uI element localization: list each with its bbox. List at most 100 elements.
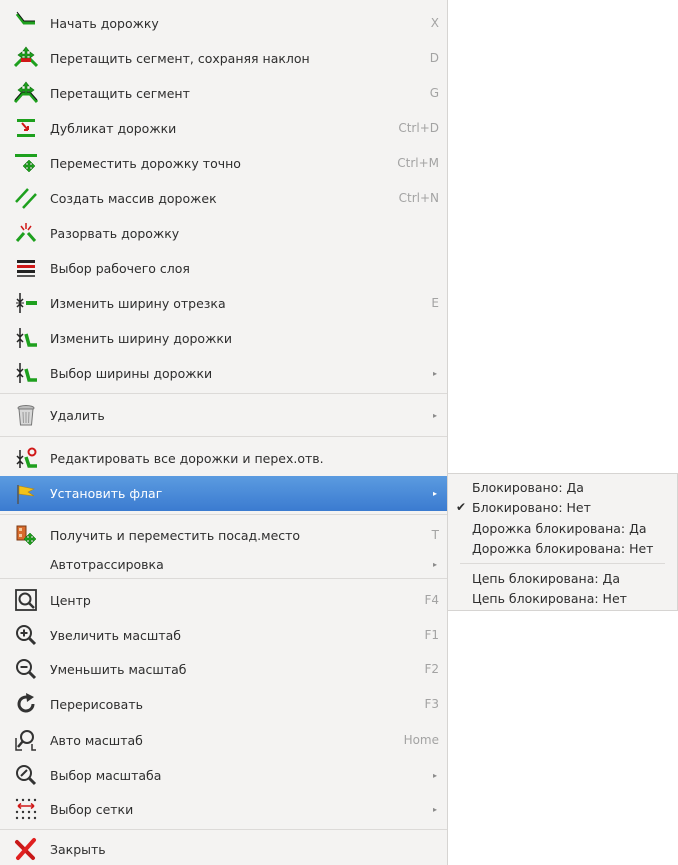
menu-item-zoom-select[interactable]: Выбор масштаба ▸	[0, 758, 447, 792]
submenu-item-track-locked-no[interactable]: Дорожка блокирована: Нет	[448, 538, 677, 558]
menu-item-label: Выбор масштаба	[50, 767, 162, 783]
menu-item-center[interactable]: Центр F4	[0, 582, 447, 618]
menu-item-break-track[interactable]: Разорвать дорожку	[0, 216, 447, 250]
menu-item-label: Авто масштаб	[50, 732, 143, 748]
menu-item-shortcut: E	[431, 296, 439, 310]
drag-segment-keep-slope-icon	[14, 46, 38, 70]
menu-item-label: Выбор ширины дорожки	[50, 365, 213, 381]
menu-separator	[0, 436, 447, 437]
menu-item-grid-select[interactable]: Выбор сетки ▸	[0, 792, 447, 826]
menu-item-label: Увеличить масштаб	[50, 627, 181, 643]
track-array-icon	[14, 186, 38, 210]
drag-segment-icon	[14, 81, 38, 105]
submenu-item-net-locked-no[interactable]: Цепь блокирована: Нет	[448, 588, 677, 608]
menu-item-get-move-footprint[interactable]: Получить и переместить посад.место T	[0, 518, 447, 552]
context-menu: Начать дорожку X Перетащить сегмент, сох…	[0, 0, 448, 865]
menu-item-shortcut: X	[430, 16, 439, 30]
submenu-arrow-icon: ▸	[432, 489, 437, 498]
menu-item-zoom-in[interactable]: Увеличить масштаб F1	[0, 618, 447, 652]
menu-item-track-width[interactable]: Изменить ширину дорожки	[0, 321, 447, 355]
menu-item-delete[interactable]: Удалить ▸	[0, 397, 447, 433]
menu-item-shortcut: Home	[403, 733, 439, 747]
menu-item-edit-tracks-vias[interactable]: Редактировать все дорожки и перех.отв.	[0, 440, 447, 476]
checkmark-icon: ✔	[456, 500, 467, 514]
layers-icon	[14, 256, 38, 280]
menu-item-shortcut: F1	[424, 628, 439, 642]
menu-item-move-exact[interactable]: Переместить дорожку точно Ctrl+M	[0, 146, 447, 180]
menu-item-drag-segment-keep-slope[interactable]: Перетащить сегмент, сохраняя наклон D	[0, 41, 447, 75]
menu-item-shortcut: F2	[424, 662, 439, 676]
menu-separator	[0, 514, 447, 515]
menu-item-label: Выбор сетки	[50, 801, 134, 817]
menu-item-shortcut: F4	[424, 593, 439, 607]
menu-item-autorouting[interactable]: Автотрассировка ▸	[0, 552, 447, 576]
menu-item-track-array[interactable]: Создать массив дорожек Ctrl+N	[0, 181, 447, 215]
submenu-item-label: Блокировано: Нет	[472, 499, 591, 515]
menu-item-set-flag[interactable]: Установить флаг ▸	[0, 476, 447, 511]
duplicate-track-icon	[14, 116, 38, 140]
menu-item-label: Создать массив дорожек	[50, 190, 217, 206]
menu-item-label: Центр	[50, 592, 91, 608]
menu-item-label: Дубликат дорожки	[50, 120, 177, 136]
submenu-item-track-locked-yes[interactable]: Дорожка блокирована: Да	[448, 518, 677, 538]
menu-item-select-layer[interactable]: Выбор рабочего слоя	[0, 251, 447, 285]
menu-item-label: Получить и переместить посад.место	[50, 527, 301, 543]
segment-width-icon	[14, 291, 38, 315]
menu-item-label: Изменить ширину дорожки	[50, 330, 233, 346]
menu-item-shortcut: F3	[424, 697, 439, 711]
menu-item-label: Перетащить сегмент	[50, 85, 190, 101]
submenu-item-label: Цепь блокирована: Да	[472, 570, 620, 586]
menu-item-label: Удалить	[50, 407, 105, 423]
menu-item-zoom-auto[interactable]: Авто масштаб Home	[0, 722, 447, 758]
menu-item-label: Выбор рабочего слоя	[50, 260, 190, 276]
menu-item-label: Установить флаг	[50, 486, 163, 501]
submenu-item-label: Блокировано: Да	[472, 479, 584, 495]
redraw-icon	[14, 692, 38, 716]
submenu-arrow-icon: ▸	[432, 804, 437, 814]
menu-item-close[interactable]: Закрыть	[0, 833, 447, 865]
menu-item-shortcut: Ctrl+D	[398, 121, 439, 135]
menu-item-drag-segment[interactable]: Перетащить сегмент G	[0, 76, 447, 110]
submenu-item-net-locked-yes[interactable]: Цепь блокирована: Да	[448, 568, 677, 588]
track-width-icon	[14, 326, 38, 350]
select-track-width-icon	[14, 361, 38, 385]
menu-item-shortcut: T	[431, 528, 439, 542]
grid-icon	[14, 797, 38, 821]
submenu-arrow-icon: ▸	[432, 770, 437, 780]
menu-item-shortcut: Ctrl+M	[397, 156, 439, 170]
edit-tracks-vias-icon	[14, 446, 38, 470]
menu-separator	[0, 578, 447, 579]
submenu-separator	[460, 563, 665, 564]
menu-item-shortcut: G	[429, 86, 439, 100]
close-icon	[14, 837, 38, 861]
menu-item-duplicate-track[interactable]: Дубликат дорожки Ctrl+D	[0, 111, 447, 145]
set-flag-submenu: Блокировано: Да ✔ Блокировано: Нет Дорож…	[447, 473, 678, 611]
menu-item-zoom-out[interactable]: Уменьшить масштаб F2	[0, 652, 447, 686]
zoom-auto-icon	[14, 728, 38, 752]
submenu-arrow-icon: ▸	[432, 368, 437, 378]
menu-item-shortcut: D	[429, 51, 439, 65]
menu-item-start-track[interactable]: Начать дорожку X	[0, 7, 447, 39]
menu-item-label: Автотрассировка	[50, 556, 164, 572]
zoom-center-icon	[14, 588, 38, 612]
submenu-item-locked-no[interactable]: ✔ Блокировано: Нет	[448, 497, 677, 517]
submenu-item-label: Цепь блокирована: Нет	[472, 590, 627, 606]
break-track-icon	[14, 221, 38, 245]
menu-item-label: Разорвать дорожку	[50, 225, 180, 241]
submenu-item-label: Дорожка блокирована: Да	[472, 520, 647, 536]
submenu-item-locked-yes[interactable]: Блокировано: Да	[448, 477, 677, 497]
zoom-select-icon	[14, 763, 38, 787]
menu-item-label: Уменьшить масштаб	[50, 661, 187, 677]
menu-item-segment-width[interactable]: Изменить ширину отрезка E	[0, 286, 447, 320]
flag-icon	[14, 482, 38, 506]
menu-item-label: Перерисовать	[50, 696, 143, 712]
menu-item-shortcut: Ctrl+N	[398, 191, 439, 205]
footprint-move-icon	[14, 523, 38, 547]
zoom-out-icon	[14, 657, 38, 681]
menu-item-label: Закрыть	[50, 841, 106, 857]
menu-item-redraw[interactable]: Перерисовать F3	[0, 686, 447, 722]
menu-item-label: Переместить дорожку точно	[50, 155, 241, 171]
menu-separator	[0, 393, 447, 394]
submenu-item-label: Дорожка блокирована: Нет	[472, 540, 654, 556]
menu-item-select-track-width[interactable]: Выбор ширины дорожки ▸	[0, 356, 447, 390]
